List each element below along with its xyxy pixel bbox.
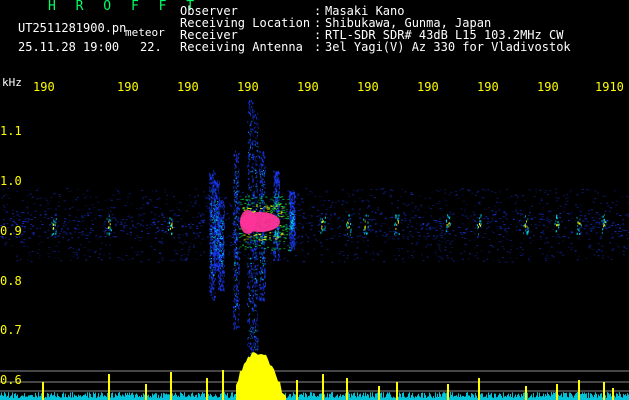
- y-tick-2: 1.0: [0, 174, 22, 188]
- y-tick-3: 0.9: [0, 224, 22, 238]
- y-tick-1: 1.1: [0, 124, 22, 138]
- x-tick-4: 190: [237, 80, 259, 94]
- hrofft-spectrogram-window: H R O F F T UT2511281900.pn meteor 25.11…: [0, 0, 629, 400]
- echo-core-blob-left: [240, 210, 256, 234]
- noise-trace: [0, 392, 629, 400]
- y-tick-5: 0.7: [0, 323, 22, 337]
- y-tick-4: 0.8: [0, 274, 22, 288]
- noise-band: [0, 188, 629, 263]
- x-tick-9: 190: [537, 80, 559, 94]
- x-tick-10: 1910: [595, 80, 624, 94]
- y-tick-6: 0.6: [0, 373, 22, 387]
- x-tick-7: 190: [417, 80, 439, 94]
- carrier-dots: [51, 214, 607, 236]
- x-tick-8: 190: [477, 80, 499, 94]
- spectrogram-canvas: [0, 100, 629, 400]
- x-tick-5: 190: [297, 80, 319, 94]
- y-axis-unit: kHz: [2, 76, 22, 89]
- x-tick-1: 190: [33, 80, 55, 94]
- x-tick-2: 190: [117, 80, 139, 94]
- x-tick-3: 190: [177, 80, 199, 94]
- echo-power-block: [236, 352, 286, 400]
- x-tick-6: 190: [357, 80, 379, 94]
